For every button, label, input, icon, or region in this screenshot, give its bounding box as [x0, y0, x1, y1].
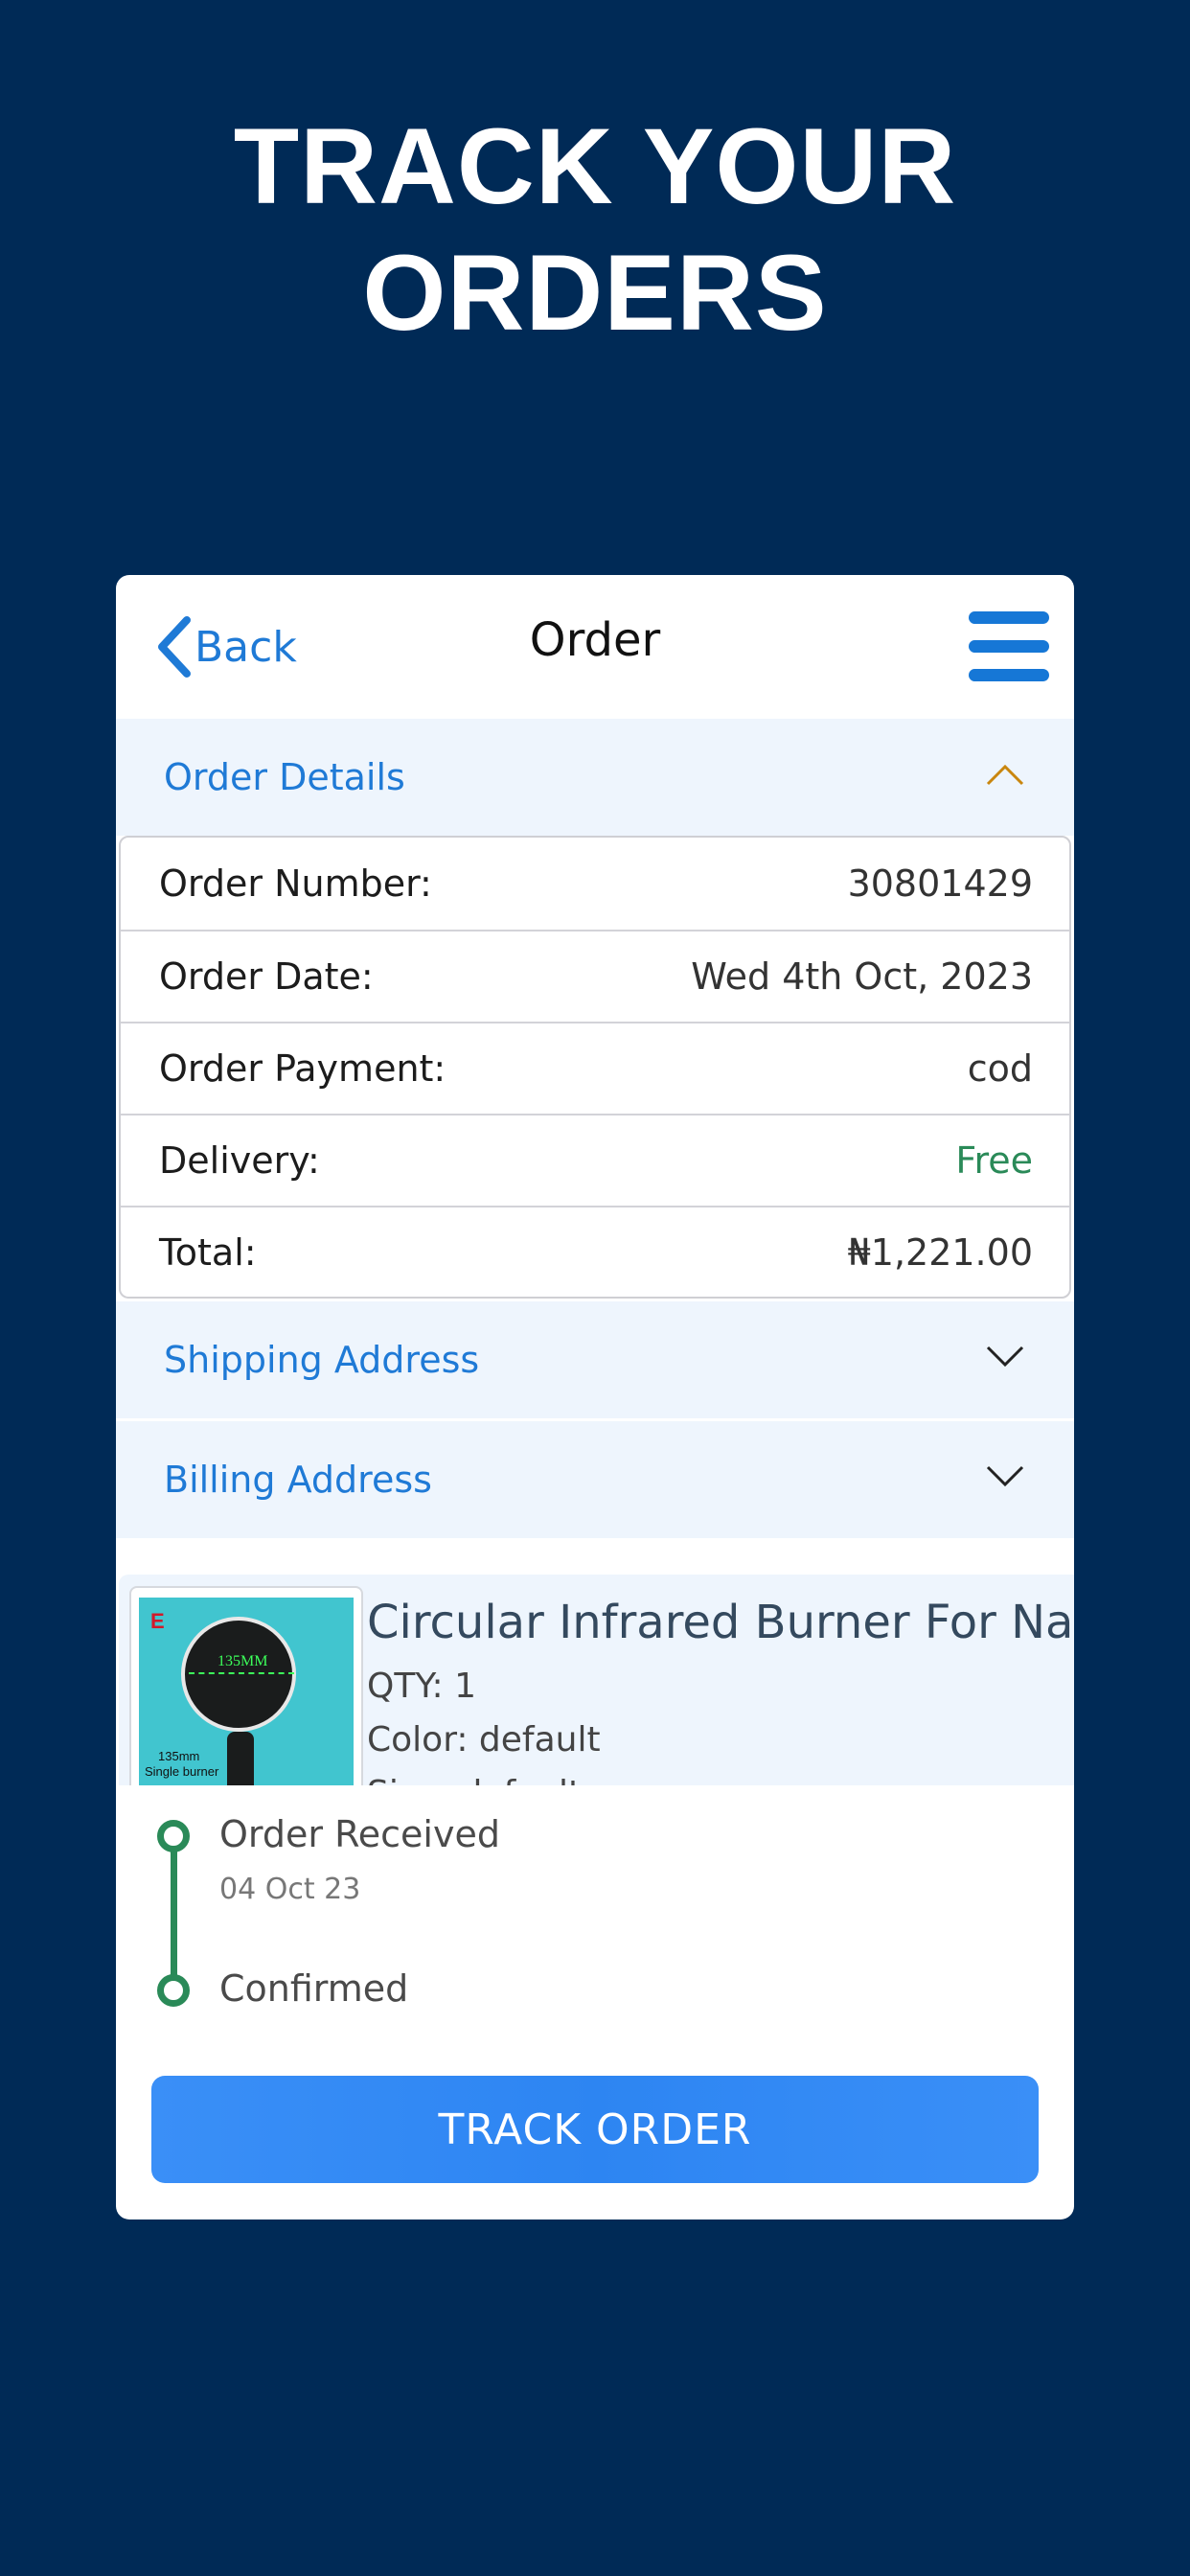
- product-item[interactable]: E 135MM 135mm Single burner Circular Inf…: [119, 1575, 1074, 1785]
- track-order-button[interactable]: TRACK ORDER: [151, 2076, 1039, 2183]
- page-title: Order: [529, 613, 661, 667]
- billing-address-header[interactable]: Billing Address: [116, 1421, 1074, 1538]
- order-payment-value: cod: [967, 1047, 1033, 1090]
- image-caption-2: Single burner: [145, 1764, 219, 1779]
- row-label: Order Number:: [159, 862, 432, 905]
- size-dash: [189, 1672, 294, 1674]
- order-date-value: Wed 4th Oct, 2023: [691, 955, 1033, 998]
- chevron-down-icon: [986, 1346, 1024, 1368]
- order-screen: Back Order Order Details Order Number: 3…: [116, 575, 1074, 2220]
- order-date-row: Order Date: Wed 4th Oct, 2023: [121, 930, 1069, 1022]
- chevron-up-icon: [986, 764, 1024, 786]
- promo-headline: TRACK YOUR ORDERS: [0, 104, 1190, 356]
- total-row: Total: ₦1,221.00: [121, 1206, 1069, 1298]
- headline-line-1: TRACK YOUR: [233, 106, 957, 226]
- top-bar: Back Order: [116, 575, 1074, 719]
- billing-address-title: Billing Address: [164, 1459, 432, 1501]
- order-details-table: Order Number: 30801429 Order Date: Wed 4…: [119, 836, 1071, 1299]
- row-label: Order Date:: [159, 955, 374, 998]
- timeline-dot-icon: [157, 1974, 190, 2007]
- row-label: Total:: [159, 1231, 257, 1274]
- order-payment-row: Order Payment: cod: [121, 1022, 1069, 1114]
- burner-stem: [227, 1732, 254, 1785]
- product-size: Size: default: [367, 1774, 582, 1785]
- shipping-address-title: Shipping Address: [164, 1339, 480, 1381]
- order-timeline: Order Received 04 Oct 23 Confirmed: [116, 1786, 1074, 2010]
- headline-line-2: ORDERS: [362, 233, 828, 353]
- timeline-step-label: Confirmed: [219, 1967, 409, 2010]
- image-size-label: 135MM: [217, 1653, 268, 1669]
- timeline-dot-icon: [157, 1820, 190, 1852]
- product-color: Color: default: [367, 1720, 601, 1760]
- chevron-down-icon: [986, 1465, 1024, 1487]
- product-thumbnail-frame: E 135MM 135mm Single burner: [129, 1586, 363, 1785]
- order-number-value: 30801429: [847, 862, 1033, 905]
- product-name: Circular Infrared Burner For Na...: [367, 1596, 1074, 1649]
- timeline-step-date: 04 Oct 23: [219, 1873, 361, 1906]
- total-value: ₦1,221.00: [847, 1231, 1033, 1274]
- timeline-step-label: Order Received: [219, 1813, 500, 1855]
- delivery-row: Delivery: Free: [121, 1114, 1069, 1206]
- delivery-value: Free: [955, 1139, 1033, 1182]
- order-details-title: Order Details: [164, 756, 405, 798]
- burner-disc: [181, 1617, 296, 1732]
- order-details-header[interactable]: Order Details: [116, 719, 1074, 836]
- product-image: E 135MM 135mm Single burner: [139, 1598, 354, 1785]
- row-label: Order Payment:: [159, 1047, 446, 1090]
- order-number-row: Order Number: 30801429: [121, 838, 1069, 930]
- row-label: Delivery:: [159, 1139, 320, 1182]
- product-qty: QTY: 1: [367, 1667, 477, 1706]
- timeline-connector: [171, 1836, 177, 1990]
- shipping-address-header[interactable]: Shipping Address: [116, 1301, 1074, 1418]
- hamburger-menu-icon[interactable]: [969, 611, 1049, 682]
- image-letter: E: [150, 1609, 165, 1633]
- image-caption-1: 135mm: [158, 1749, 200, 1763]
